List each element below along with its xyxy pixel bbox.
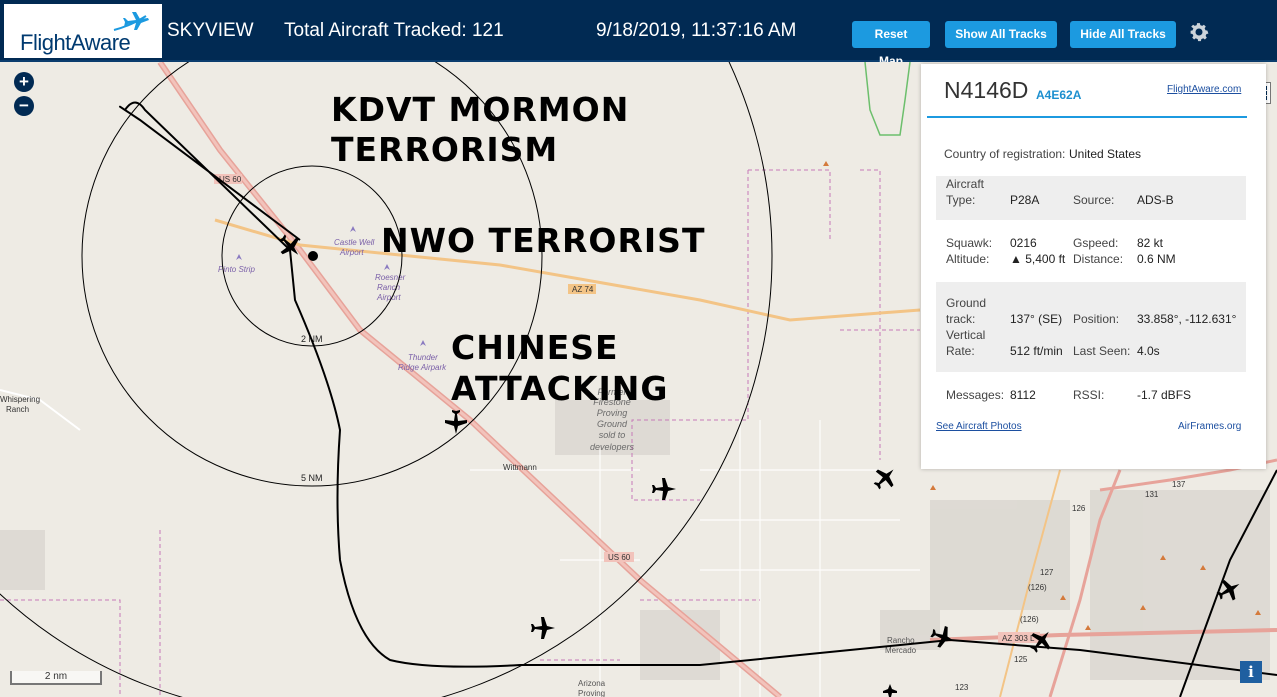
aircraft-hex: A4E62A [1036, 88, 1082, 102]
ground-track-label: Ground track: [946, 296, 987, 326]
squawk-value: 0216 [1010, 236, 1037, 250]
country-value: United States [1069, 147, 1142, 161]
last-seen-label: Last Seen: [1073, 344, 1131, 358]
squawk-label: Squawk: [946, 236, 993, 250]
source-value: ADS-B [1137, 193, 1174, 207]
gspeed-value: 82 kt [1137, 236, 1164, 250]
show-all-tracks-button[interactable]: Show All Tracks [945, 21, 1057, 48]
panel-divider [927, 116, 1247, 118]
svg-text:(126): (126) [1028, 583, 1047, 592]
gear-icon[interactable] [1187, 20, 1211, 44]
plane-logo-icon [113, 12, 149, 31]
svg-text:Proving: Proving [578, 689, 605, 697]
country-label: Country of registration: [944, 147, 1066, 161]
svg-text:AZ 303 L: AZ 303 L [1002, 634, 1035, 643]
svg-text:Ground: Ground [597, 419, 628, 429]
svg-text:AZ 74: AZ 74 [572, 285, 594, 294]
svg-text:Airport: Airport [376, 293, 401, 302]
flightaware-logo[interactable]: FlightAware [4, 4, 162, 58]
aircraft-photos-link[interactable]: See Aircraft Photos [936, 421, 1022, 432]
svg-text:126: 126 [1072, 504, 1086, 513]
aircraft-type-value: P28A [1010, 193, 1040, 207]
info-button[interactable]: i [1240, 661, 1262, 683]
vertical-rate-value: 512 ft/min [1010, 344, 1063, 358]
reset-map-button[interactable]: Reset Map [852, 21, 930, 68]
svg-text:Whispering: Whispering [0, 395, 40, 404]
map-scale: 2 nm [10, 671, 102, 685]
datetime: 9/18/2019, 11:37:16 AM [596, 20, 797, 41]
aircraft-count: Total Aircraft Tracked: 121 [284, 20, 504, 41]
svg-text:Ridge Airpark: Ridge Airpark [398, 363, 447, 372]
app-name: SKYVIEW [167, 20, 254, 41]
distance-value: 0.6 NM [1137, 252, 1176, 266]
svg-text:sold to: sold to [599, 430, 626, 440]
svg-text:Ranch: Ranch [6, 405, 29, 414]
top-bar: FlightAware SKYVIEW Total Aircraft Track… [0, 0, 1277, 68]
position-value: 33.858°, -112.631° [1137, 312, 1237, 326]
receiver-location [308, 251, 318, 261]
altitude-value: ▲ 5,400 ft [1010, 252, 1066, 266]
source-label: Source: [1073, 193, 1115, 207]
messages-value: 8112 [1010, 388, 1036, 402]
aircraft-info-panel: N4146D A4E62A FlightAware.com Country of… [921, 64, 1266, 469]
gspeed-label: Gspeed: [1073, 236, 1119, 250]
svg-text:Airport: Airport [339, 248, 364, 257]
altitude-label: Altitude: [946, 252, 990, 266]
svg-text:Roesner: Roesner [375, 273, 406, 282]
rssi-value: -1.7 dBFS [1137, 388, 1192, 402]
svg-text:131: 131 [1145, 490, 1159, 499]
svg-text:Thunder: Thunder [408, 353, 438, 362]
ground-track-value: 137° (SE) [1010, 312, 1063, 326]
overlay-text-3: NWO TERRORIST [381, 221, 706, 260]
overlay-text-1: KDVT MORMON [331, 90, 630, 129]
overlay-text-4: CHINESE [451, 328, 619, 367]
aircraft-registration: N4146D [944, 77, 1029, 103]
svg-text:developers: developers [590, 442, 635, 452]
messages-label: Messages: [946, 388, 1005, 402]
ring-label-5nm: 5 NM [301, 473, 323, 483]
svg-text:127: 127 [1040, 568, 1054, 577]
overlay-text-5: ATTACKING [451, 369, 669, 408]
position-label: Position: [1073, 312, 1120, 326]
aircraft-type-label: Aircraft Type: [946, 177, 985, 207]
overlay-text-2: TERRORISM [331, 130, 559, 169]
svg-text:Castle Well: Castle Well [334, 238, 375, 247]
svg-text:Mercado: Mercado [885, 646, 917, 655]
svg-text:Wittmann: Wittmann [503, 463, 537, 472]
svg-text:US 60: US 60 [608, 553, 631, 562]
hide-all-tracks-button[interactable]: Hide All Tracks [1070, 21, 1176, 48]
vertical-rate-label: Vertical Rate: [946, 328, 986, 358]
last-seen-value: 4.0s [1137, 344, 1160, 358]
rssi-label: RSSI: [1073, 388, 1105, 402]
distance-label: Distance: [1073, 252, 1124, 266]
flightaware-link[interactable]: FlightAware.com [1167, 84, 1241, 95]
svg-text:Arizona: Arizona [578, 679, 606, 688]
airframes-link[interactable]: AirFrames.org [1178, 421, 1241, 432]
svg-text:125: 125 [1014, 655, 1028, 664]
svg-text:137: 137 [1172, 480, 1186, 489]
zoom-in-button[interactable]: + [14, 72, 34, 92]
svg-text:(126): (126) [1020, 615, 1039, 624]
zoom-out-button[interactable]: − [14, 96, 34, 116]
svg-text:123: 123 [955, 683, 969, 692]
